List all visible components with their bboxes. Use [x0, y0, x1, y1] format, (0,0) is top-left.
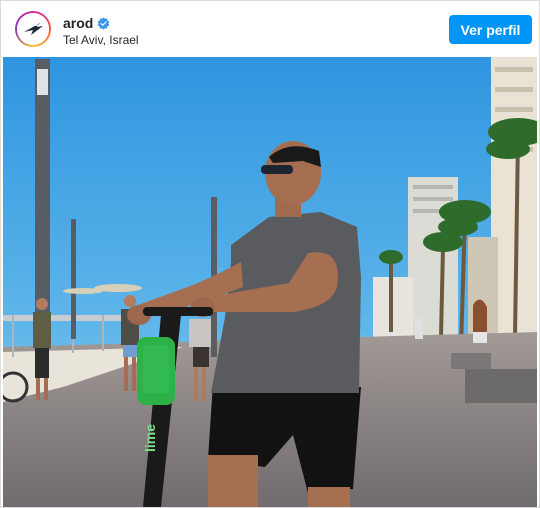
username-row: arod [63, 14, 110, 32]
username-link[interactable]: arod [63, 15, 93, 31]
avatar-image [17, 13, 49, 45]
post-header: arod Tel Aviv, Israel Ver perfil [1, 1, 539, 57]
scooter-brand-text: lime [142, 424, 158, 452]
verified-badge-icon [97, 16, 110, 30]
view-profile-button[interactable]: Ver perfil [449, 15, 532, 44]
post-photo[interactable]: lime [3, 57, 537, 507]
avatar[interactable] [15, 11, 51, 47]
instagram-embed-post: arod Tel Aviv, Israel Ver perfil lime [0, 0, 540, 508]
post-photo-scene: lime [3, 57, 537, 507]
avatar-logo-icon [17, 13, 49, 45]
location-link[interactable]: Tel Aviv, Israel [63, 33, 139, 47]
